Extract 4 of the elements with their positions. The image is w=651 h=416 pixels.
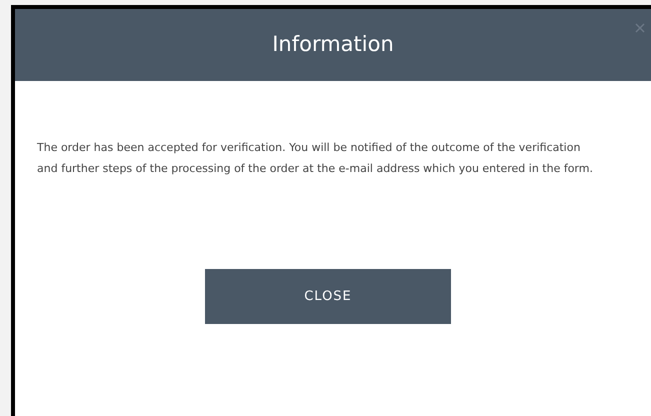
message-text: The order has been accepted for verification. You will be notified of the outcome of the verification and further steps of the processing of the order at the e-mail address which you entered in the form.: [36, 140, 594, 177]
close-button[interactable]: CLOSE: [205, 269, 451, 324]
dialog-title: Information: [272, 31, 394, 58]
close-icon[interactable]: [635, 23, 645, 33]
